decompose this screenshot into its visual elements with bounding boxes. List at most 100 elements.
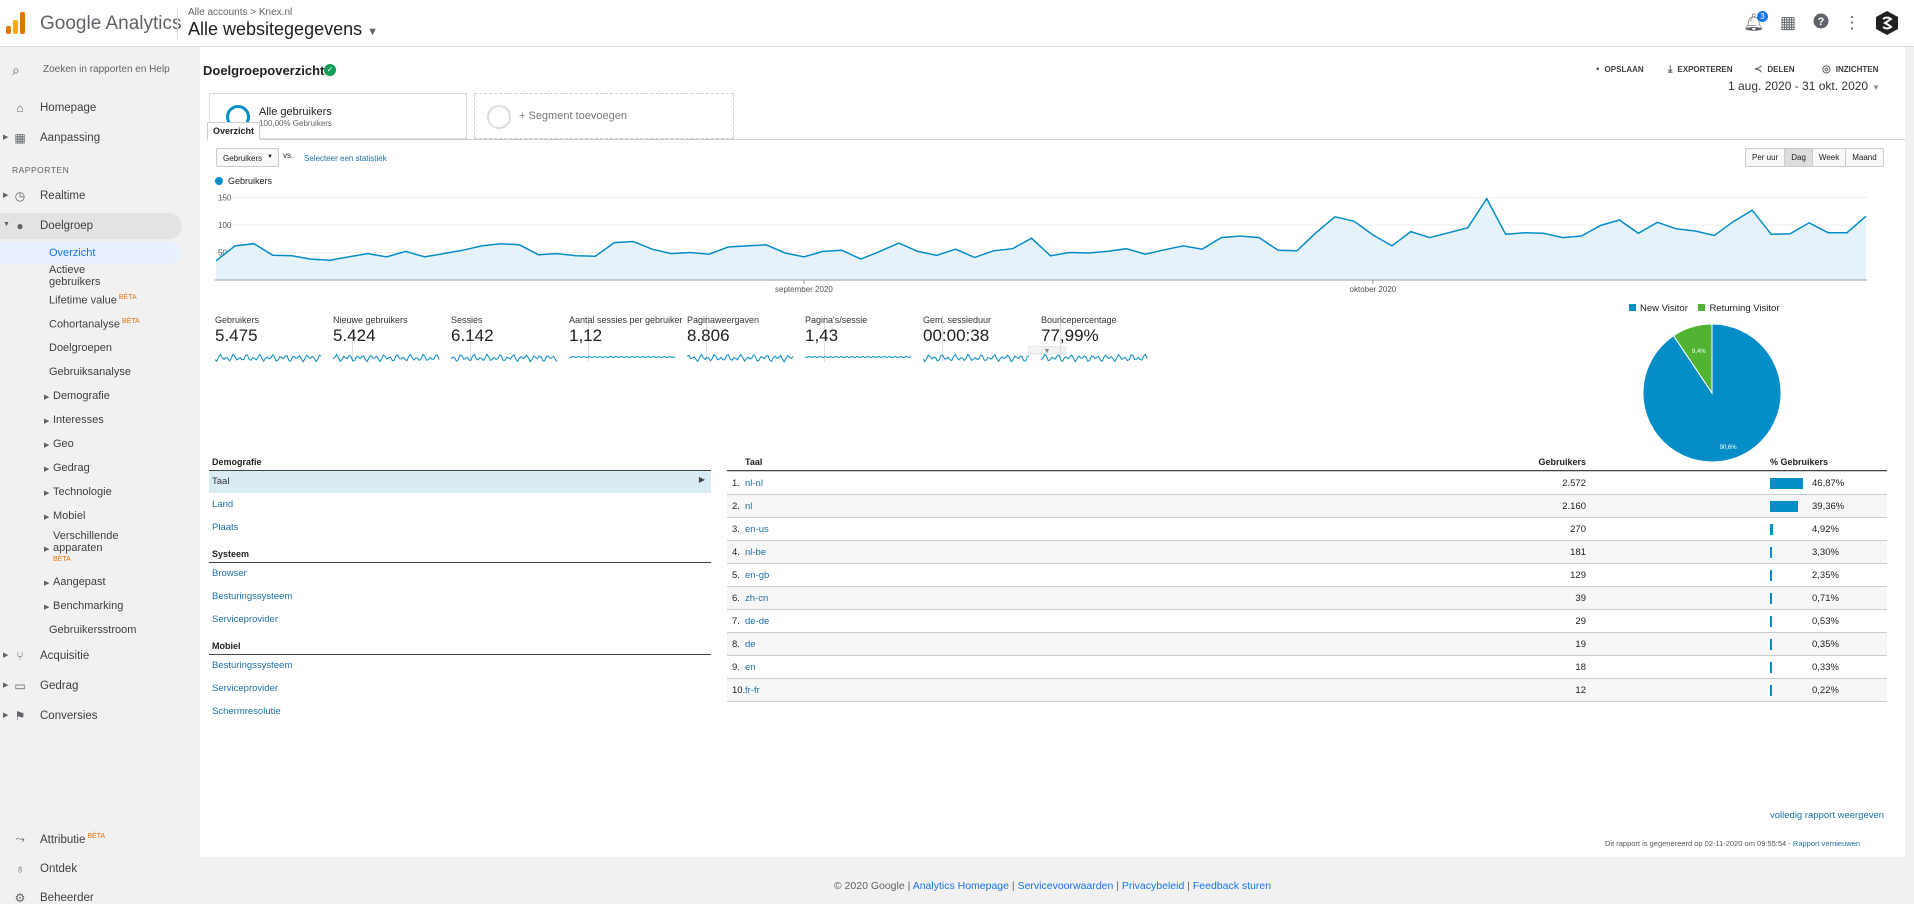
nav-admin[interactable]: ⚙ Beheerder (0, 885, 182, 904)
data-point[interactable] (1200, 247, 1204, 251)
scorecard-0[interactable]: Gebruikers 5.475 (215, 315, 353, 367)
share-button[interactable]: ≺ DELEN (1754, 64, 1795, 75)
language-link[interactable]: fr-fr (745, 685, 760, 696)
dimension-service-provider[interactable]: Serviceprovider (212, 614, 278, 625)
data-point[interactable] (1712, 234, 1716, 238)
data-point[interactable] (499, 242, 503, 246)
data-point[interactable] (1523, 231, 1527, 235)
data-point[interactable] (1067, 251, 1071, 255)
data-point[interactable] (385, 255, 389, 259)
nav-behavior-sub[interactable]: ▶ Gedrag (44, 462, 90, 474)
nav-realtime[interactable]: ▶ ◷ Realtime (0, 183, 182, 209)
data-point[interactable] (1143, 252, 1147, 256)
metric-dropdown[interactable]: Gebruikers ▼ (216, 148, 279, 167)
data-point[interactable] (1845, 231, 1849, 235)
data-point[interactable] (536, 253, 540, 257)
granularity-hour[interactable]: Per uur (1746, 149, 1786, 166)
data-point[interactable] (1864, 214, 1868, 218)
language-link[interactable]: de-de (745, 616, 769, 627)
export-button[interactable]: ⤓ EXPORTEREN (1668, 64, 1733, 75)
nav-active-users[interactable]: Actieve gebruikers (49, 264, 119, 288)
data-point[interactable] (1181, 244, 1185, 248)
report-search[interactable]: ⌕ Zoeken in rapporten en Help (0, 59, 197, 83)
data-point[interactable] (442, 252, 446, 256)
data-point[interactable] (1428, 236, 1432, 240)
nav-user-explorer[interactable]: Gebruiksanalyse (49, 366, 131, 378)
scorecard-7[interactable]: Bouncepercentage 77,99% (1041, 315, 1171, 367)
scorecard-1[interactable]: Nieuwe gebruikers 5.424 (333, 315, 471, 367)
data-point[interactable] (707, 252, 711, 256)
nav-geo[interactable]: ▶ Geo (44, 438, 74, 450)
scorecard-5[interactable]: Pagina's/sessie 1,43 (805, 315, 943, 367)
data-point[interactable] (404, 249, 408, 253)
data-point[interactable] (1693, 229, 1697, 233)
data-point[interactable] (973, 256, 977, 260)
data-point[interactable] (1807, 221, 1811, 225)
language-link[interactable]: nl (745, 501, 752, 512)
data-point[interactable] (1011, 247, 1015, 251)
nav-cohort[interactable]: Cohortanalyse BÈTA (49, 318, 140, 331)
granularity-month[interactable]: Maand (1846, 149, 1882, 166)
scorecard-2[interactable]: Sessies 6.142 (451, 315, 589, 367)
view-selector[interactable]: Alle websitegegevens ▼ (188, 19, 378, 40)
data-point[interactable] (1674, 227, 1678, 231)
nav-audience-overview[interactable]: Overzicht (0, 242, 182, 264)
data-point[interactable] (1788, 232, 1792, 236)
data-point[interactable] (480, 244, 484, 248)
analytics-logo-icon[interactable] (6, 12, 28, 34)
language-link[interactable]: en-us (745, 524, 769, 535)
nav-attribution[interactable]: ⤳ Attributie BÈTA (0, 826, 182, 852)
dimension-country[interactable]: Land (212, 499, 233, 510)
data-point[interactable] (1542, 231, 1546, 235)
data-point[interactable] (1447, 231, 1451, 235)
data-point[interactable] (1466, 226, 1470, 230)
footer-link-feedback[interactable]: Feedback sturen (1193, 880, 1271, 892)
data-point[interactable] (366, 252, 370, 256)
data-point[interactable] (328, 258, 332, 262)
data-point[interactable] (555, 252, 559, 256)
data-point[interactable] (745, 244, 749, 248)
dimension-mobile-os[interactable]: Besturingssysteem (212, 660, 292, 671)
data-point[interactable] (1731, 220, 1735, 224)
language-link[interactable]: nl-be (745, 547, 766, 558)
nav-audience[interactable]: ▼ ● Doelgroep (0, 213, 182, 239)
data-point[interactable] (992, 249, 996, 253)
date-range-picker[interactable]: 1 aug. 2020 - 31 okt. 2020 ▼ (1728, 79, 1880, 93)
data-point[interactable] (650, 247, 654, 251)
data-point[interactable] (1238, 234, 1242, 238)
data-point[interactable] (916, 249, 920, 253)
data-point[interactable] (1219, 236, 1223, 240)
save-button[interactable]: ▪ OPSLAAN (1596, 64, 1644, 75)
nav-acquisition[interactable]: ▶ ⑂ Acquisitie (0, 643, 182, 669)
data-point[interactable] (1750, 208, 1754, 212)
dimension-os[interactable]: Besturingssysteem (212, 591, 292, 602)
nav-technology[interactable]: ▶ Technologie (44, 486, 112, 498)
dimension-screen-resolution[interactable]: Schermresolutie (212, 706, 281, 717)
data-point[interactable] (252, 242, 256, 246)
data-point[interactable] (859, 257, 863, 261)
tab-overview[interactable]: Overzicht (207, 122, 260, 140)
data-point[interactable] (309, 257, 313, 261)
data-point[interactable] (1580, 234, 1584, 238)
scorecard-4[interactable]: Paginaweergaven 8.806 (687, 315, 825, 367)
data-point[interactable] (1257, 236, 1261, 240)
nav-custom[interactable]: ▶ Aangepast (44, 576, 106, 588)
data-point[interactable] (688, 251, 692, 255)
apps-grid-icon[interactable]: ▦ (1778, 13, 1798, 33)
data-point[interactable] (897, 241, 901, 245)
data-point[interactable] (1162, 248, 1166, 252)
data-point[interactable] (1371, 233, 1375, 237)
granularity-day[interactable]: Dag (1785, 149, 1813, 166)
nav-interests[interactable]: ▶ Interesses (44, 414, 104, 426)
data-point[interactable] (1561, 236, 1565, 240)
language-link[interactable]: nl-nl (745, 478, 763, 489)
granularity-week[interactable]: Week (1813, 149, 1847, 166)
data-point[interactable] (612, 241, 616, 245)
data-point[interactable] (1599, 224, 1603, 228)
data-point[interactable] (347, 255, 351, 259)
data-point[interactable] (764, 243, 768, 247)
data-point[interactable] (1295, 249, 1299, 253)
footer-link-homepage[interactable]: Analytics Homepage (913, 880, 1009, 892)
nav-demographics[interactable]: ▶ Demografie (44, 390, 110, 402)
dimension-browser[interactable]: Browser (212, 568, 247, 579)
